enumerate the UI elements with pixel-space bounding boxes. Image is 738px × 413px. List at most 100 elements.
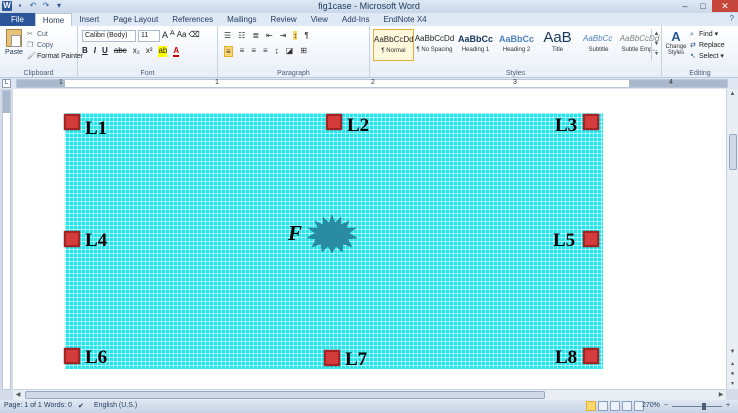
style-heading-2[interactable]: AaBbCc Heading 2 bbox=[496, 29, 537, 61]
scroll-right-icon[interactable]: ▶ bbox=[716, 390, 726, 400]
paste-button[interactable]: Paste bbox=[4, 29, 24, 56]
print-layout-view-icon[interactable] bbox=[586, 401, 596, 411]
tab-selector-icon[interactable]: L bbox=[2, 79, 11, 88]
font-color-button[interactable]: A bbox=[173, 46, 180, 57]
justify-icon[interactable]: ≡ bbox=[263, 46, 268, 57]
copy-label: Copy bbox=[36, 42, 54, 49]
tab-page-layout[interactable]: Page Layout bbox=[106, 13, 165, 26]
format-painter-button[interactable]: 🖌 Format Painter bbox=[27, 51, 83, 62]
language-indicator[interactable]: English (U.S.) bbox=[94, 402, 137, 409]
find-button[interactable]: ⌕ Find ▾ bbox=[690, 29, 725, 40]
help-icon[interactable]: ? bbox=[730, 14, 734, 23]
scroll-up-icon[interactable]: ▲ bbox=[727, 89, 738, 99]
horizontal-scrollbar[interactable]: ◀ ▶ bbox=[13, 389, 726, 400]
shading-icon[interactable]: ◪ bbox=[286, 46, 294, 57]
select-button[interactable]: ↖ Select ▾ bbox=[690, 51, 725, 62]
shrink-font-button[interactable]: A bbox=[170, 30, 175, 42]
copy-button[interactable]: ❐ Copy bbox=[27, 40, 83, 51]
superscript-button[interactable]: x² bbox=[146, 46, 153, 57]
window-title: fig1case - Microsoft Word bbox=[318, 1, 420, 11]
style-normal[interactable]: AaBbCcDd ¶ Normal bbox=[373, 29, 414, 61]
tab-endnote[interactable]: EndNote X4 bbox=[376, 13, 433, 26]
line-spacing-icon[interactable]: ↨ bbox=[275, 46, 279, 57]
document-area[interactable]: L1 L2 L3 L4 L5 L6 L7 L8 F bbox=[13, 89, 726, 389]
style-heading-1[interactable]: AaBbCc Heading 1 bbox=[455, 29, 496, 61]
outline-view-icon[interactable] bbox=[622, 401, 632, 411]
scroll-down-icon[interactable]: ▼ bbox=[727, 347, 738, 357]
font-group-label: Font bbox=[140, 70, 155, 77]
multilevel-list-icon[interactable]: ≣ bbox=[252, 31, 259, 40]
borders-icon[interactable]: ⊞ bbox=[300, 46, 307, 57]
font-group: Calibri (Body) 11 A A Aa ⌫ B I U abc x₂ … bbox=[78, 26, 218, 78]
style-heading-1-name: Heading 1 bbox=[461, 47, 490, 53]
subscript-button[interactable]: x₂ bbox=[133, 46, 140, 57]
zoom-slider[interactable] bbox=[672, 403, 722, 410]
maximize-button[interactable]: □ bbox=[694, 0, 712, 12]
proofing-icon[interactable]: ✔ bbox=[78, 402, 84, 410]
sort-icon[interactable]: ↕ bbox=[293, 31, 298, 40]
grow-font-button[interactable]: A bbox=[162, 30, 168, 42]
font-size-dropdown[interactable]: 11 bbox=[138, 30, 160, 42]
minimize-button[interactable]: – bbox=[676, 0, 694, 12]
change-styles-icon: A bbox=[671, 29, 681, 44]
cut-button[interactable]: ✂ Cut bbox=[27, 29, 83, 40]
vertical-ruler[interactable] bbox=[2, 90, 11, 390]
horizontal-scroll-thumb[interactable] bbox=[25, 391, 545, 399]
tab-file[interactable]: File bbox=[0, 13, 35, 26]
italic-button[interactable]: I bbox=[94, 46, 96, 57]
close-button[interactable]: ✕ bbox=[712, 0, 738, 12]
bold-button[interactable]: B bbox=[82, 46, 88, 57]
strikethrough-button[interactable]: abc bbox=[114, 46, 127, 57]
clear-formatting-icon[interactable]: ⌫ bbox=[188, 30, 199, 42]
replace-button[interactable]: ⇄ Replace bbox=[690, 40, 725, 51]
next-page-icon[interactable]: ▾ bbox=[727, 379, 738, 389]
horizontal-ruler[interactable]: 1 1 2 3 4 bbox=[16, 79, 728, 88]
right-margin-area bbox=[629, 80, 727, 87]
style-subtitle[interactable]: AaBbCc Subtitle bbox=[578, 29, 619, 61]
tab-view[interactable]: View bbox=[304, 13, 335, 26]
previous-page-icon[interactable]: ▴ bbox=[727, 359, 738, 369]
vertical-scrollbar[interactable]: ▲ ▼ ▴ ● ▾ bbox=[726, 89, 738, 389]
change-case-button[interactable]: Aa bbox=[177, 30, 187, 42]
page-count[interactable]: Page: 1 of 1 bbox=[4, 402, 42, 409]
ruler-number: 1 bbox=[215, 79, 219, 86]
numbering-icon[interactable]: ☷ bbox=[238, 31, 245, 40]
align-left-icon[interactable]: ≡ bbox=[224, 46, 233, 57]
zoom-level[interactable]: 270% bbox=[642, 402, 660, 409]
browse-object-icon[interactable]: ● bbox=[727, 369, 738, 379]
replace-icon: ⇄ bbox=[690, 42, 696, 49]
full-screen-view-icon[interactable] bbox=[598, 401, 608, 411]
paragraph-group: ☰ ☷ ≣ ⇤ ⇥ ↕ ¶ ≡ ≡ ≡ ≡ ↨ ◪ ⊞ Paragraph bbox=[218, 26, 370, 78]
zoom-slider-knob[interactable] bbox=[702, 403, 706, 410]
style-title[interactable]: AaB Title bbox=[537, 29, 578, 61]
word-count[interactable]: Words: 0 bbox=[44, 402, 72, 409]
label-l4: L4 bbox=[85, 230, 108, 251]
tab-review[interactable]: Review bbox=[263, 13, 303, 26]
change-styles-button[interactable]: A Change Styles bbox=[664, 29, 688, 57]
align-center-icon[interactable]: ≡ bbox=[240, 46, 245, 57]
tab-insert[interactable]: Insert bbox=[72, 13, 106, 26]
scroll-left-icon[interactable]: ◀ bbox=[13, 390, 23, 400]
align-right-icon[interactable]: ≡ bbox=[251, 46, 256, 57]
tab-home[interactable]: Home bbox=[34, 13, 73, 26]
underline-button[interactable]: U bbox=[102, 46, 108, 57]
tab-mailings[interactable]: Mailings bbox=[220, 13, 263, 26]
style-normal-name: ¶ Normal bbox=[381, 48, 406, 54]
increase-indent-icon[interactable]: ⇥ bbox=[280, 31, 287, 40]
vertical-scroll-thumb[interactable] bbox=[729, 134, 737, 170]
tab-add-ins[interactable]: Add-Ins bbox=[335, 13, 377, 26]
show-formatting-icon[interactable]: ¶ bbox=[304, 31, 308, 40]
highlight-button[interactable]: ab bbox=[158, 46, 168, 57]
tab-references[interactable]: References bbox=[165, 13, 220, 26]
zoom-out-icon[interactable]: − bbox=[664, 402, 668, 409]
page[interactable]: L1 L2 L3 L4 L5 L6 L7 L8 F bbox=[13, 89, 726, 389]
style-no-spacing[interactable]: AaBbCcDd ¶ No Spacing bbox=[414, 29, 455, 61]
bullets-icon[interactable]: ☰ bbox=[224, 31, 231, 40]
font-name-dropdown[interactable]: Calibri (Body) bbox=[82, 30, 136, 42]
format-painter-label: Format Painter bbox=[36, 53, 84, 60]
figure-grid[interactable]: L1 L2 L3 L4 L5 L6 L7 L8 F bbox=[64, 113, 603, 370]
web-layout-view-icon[interactable] bbox=[610, 401, 620, 411]
decrease-indent-icon[interactable]: ⇤ bbox=[266, 31, 273, 40]
zoom-in-icon[interactable]: + bbox=[726, 402, 730, 409]
styles-gallery-scroll[interactable]: ▲ ▼ ▾ bbox=[651, 29, 661, 61]
